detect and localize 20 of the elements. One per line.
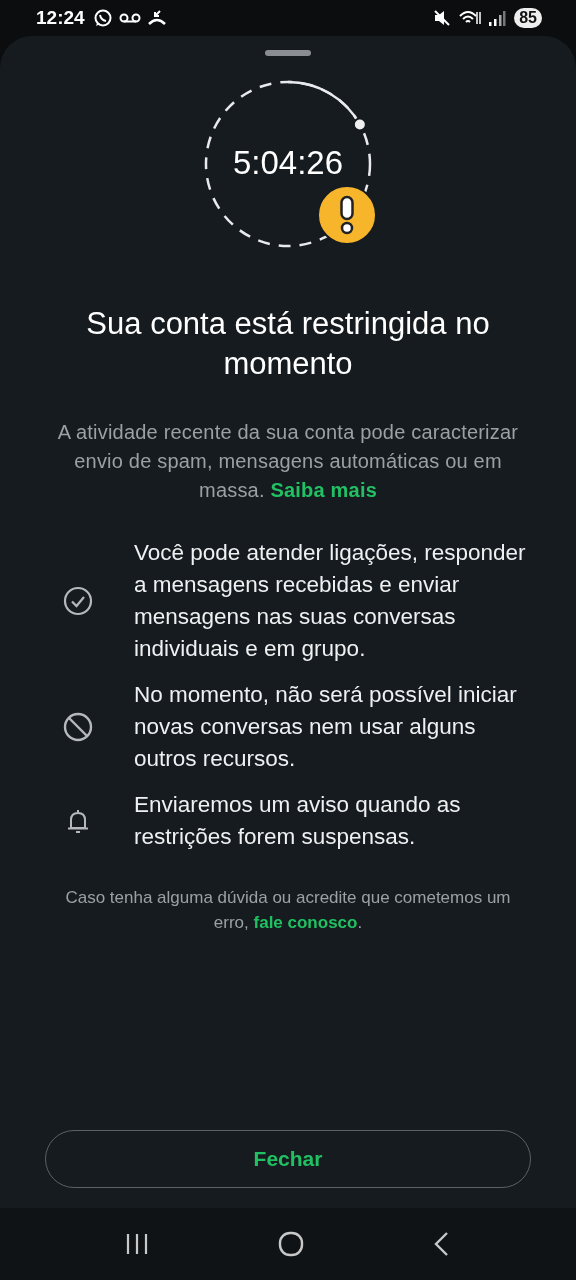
status-time: 12:24 (36, 7, 85, 29)
chat-app-icon (92, 8, 113, 28)
contact-link[interactable]: fale conosco (253, 913, 358, 932)
recent-apps-icon[interactable] (124, 1232, 150, 1256)
title: Sua conta está restringida no momento (85, 305, 491, 383)
info-text: Você pode atender ligações, responder a mensagens recebidas e enviar mensagens nas suas conversas individuais e em grupo. (134, 539, 527, 663)
countdown-time: 5:04:26 (231, 144, 345, 182)
learn-more-link[interactable]: Saiba mais (270, 479, 377, 501)
contact-note: Caso tenha alguma dúvida ou acredite que cometemos um erro, fale conosco. (64, 887, 512, 934)
check-circle-icon (62, 585, 94, 617)
info-text: No momento, não será possível iniciar novas conversas nem usar alguns outros recursos. (134, 681, 518, 773)
battery-level: 85 (514, 8, 542, 28)
home-icon[interactable] (278, 1231, 304, 1257)
blocked-icon (62, 711, 94, 743)
drag-handle[interactable] (265, 50, 311, 56)
signal-icon (488, 9, 507, 27)
info-text: Enviaremos um aviso quando as restrições forem suspensas. (134, 791, 462, 851)
voicemail-icon (118, 11, 141, 25)
description: A atividade recente da sua conta pode caracterizar envio de spam, mensagens automáticas ou em massa. Saiba mais (56, 420, 520, 503)
warning-icon (316, 184, 378, 246)
